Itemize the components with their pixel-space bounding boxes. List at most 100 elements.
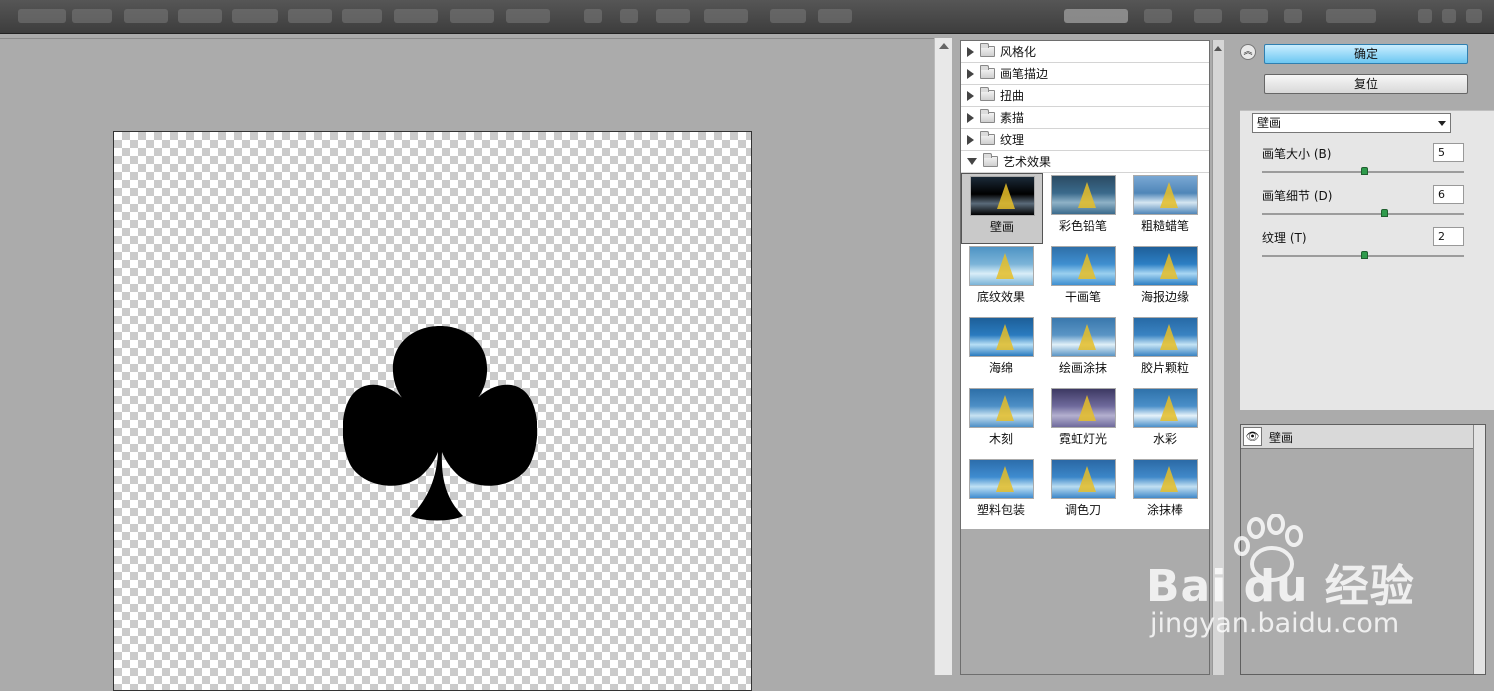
maximize-icon[interactable] bbox=[1442, 9, 1456, 23]
sailboat-icon bbox=[1160, 182, 1178, 208]
toolbar-icon-blurred[interactable] bbox=[818, 9, 852, 23]
expanded-triangle-icon[interactable] bbox=[967, 158, 977, 165]
application-menu-bar bbox=[0, 0, 1494, 34]
slider-handle[interactable] bbox=[1381, 209, 1388, 217]
scroll-up-icon[interactable] bbox=[1214, 46, 1222, 51]
transparent-canvas[interactable] bbox=[113, 131, 752, 691]
category-label: 素描 bbox=[1000, 111, 1025, 125]
category-artistic[interactable]: 艺术效果 bbox=[961, 151, 1209, 173]
filter-thumbnail[interactable]: 塑料包装 bbox=[961, 457, 1043, 528]
filter-preview-image bbox=[1133, 175, 1198, 215]
filter-preview-image bbox=[1133, 388, 1198, 428]
reset-button[interactable]: 复位 bbox=[1264, 74, 1468, 94]
collapsed-triangle-icon[interactable] bbox=[967, 90, 974, 101]
filter-thumbnail-label: 绘画涂抹 bbox=[1058, 361, 1107, 375]
scroll-up-icon[interactable] bbox=[939, 43, 949, 49]
eye-icon[interactable]: 👁 bbox=[1243, 427, 1262, 446]
toolbar-icon-blurred[interactable] bbox=[656, 9, 690, 23]
search-blurred[interactable] bbox=[1326, 9, 1376, 23]
slider-track[interactable] bbox=[1262, 213, 1464, 215]
menu-item-blurred[interactable] bbox=[18, 9, 66, 23]
collapsed-triangle-icon[interactable] bbox=[967, 112, 974, 123]
param-label: 画笔大小 (B) bbox=[1262, 147, 1332, 161]
sailboat-icon bbox=[996, 466, 1014, 492]
filter-thumbnail-label: 木刻 bbox=[988, 432, 1013, 446]
filter-thumbnail-label: 干画笔 bbox=[1064, 290, 1101, 304]
filter-thumbnail[interactable]: 底纹效果 bbox=[961, 244, 1043, 315]
filter-thumbnail[interactable]: 海绵 bbox=[961, 315, 1043, 386]
slider-handle[interactable] bbox=[1361, 251, 1368, 259]
filter-thumbnail[interactable]: 彩色铅笔 bbox=[1043, 173, 1125, 244]
preview-scrollbar[interactable] bbox=[934, 38, 952, 675]
filter-gallery-list: 风格化 画笔描边 扭曲 素描 纹理 艺术效果 壁画 彩色铅笔 粗糙蜡笔底纹效果 干画笔… bbox=[961, 41, 1209, 529]
effect-layer-row[interactable]: 👁 壁画 bbox=[1241, 425, 1473, 449]
artistic-thumbnails: 壁画 彩色铅笔 粗糙蜡笔底纹效果 干画笔 海报边缘海绵 绘画涂抹 胶片颗粒木刻 霓虹灯光 水彩塑… bbox=[961, 173, 1209, 528]
collapsed-triangle-icon[interactable] bbox=[967, 46, 974, 57]
toolbar-icon-blurred[interactable] bbox=[620, 9, 638, 23]
filter-select-value: 壁画 bbox=[1257, 116, 1282, 130]
category-texture[interactable]: 纹理 bbox=[961, 129, 1209, 151]
sailboat-icon bbox=[1078, 466, 1096, 492]
filter-thumbnail[interactable]: 水彩 bbox=[1125, 386, 1207, 457]
filter-thumbnail[interactable]: 胶片颗粒 bbox=[1125, 315, 1207, 386]
brush-detail-input[interactable]: 6 bbox=[1433, 185, 1464, 204]
workspace-item-blurred[interactable] bbox=[1194, 9, 1222, 23]
toolbar-icon-blurred[interactable] bbox=[584, 9, 602, 23]
menu-item-blurred[interactable] bbox=[450, 9, 494, 23]
slider-handle[interactable] bbox=[1361, 167, 1368, 175]
folder-icon bbox=[980, 131, 995, 145]
collapsed-triangle-icon[interactable] bbox=[967, 68, 974, 79]
collapsed-triangle-icon[interactable] bbox=[967, 134, 974, 145]
workspace-item-blurred[interactable] bbox=[1240, 9, 1268, 23]
category-label: 艺术效果 bbox=[1003, 155, 1052, 169]
filter-preview-image bbox=[969, 317, 1034, 357]
minimize-icon[interactable] bbox=[1418, 9, 1432, 23]
collapse-gallery-icon[interactable]: ︽ bbox=[1240, 44, 1256, 60]
menu-item-blurred[interactable] bbox=[288, 9, 332, 23]
menu-item-blurred[interactable] bbox=[342, 9, 382, 23]
filter-thumbnail[interactable]: 壁画 bbox=[961, 173, 1043, 244]
filter-select[interactable]: 壁画 bbox=[1252, 113, 1451, 133]
toolbar-icon-blurred[interactable] bbox=[770, 9, 806, 23]
filter-thumbnail-label: 霓虹灯光 bbox=[1058, 432, 1107, 446]
menu-item-blurred[interactable] bbox=[506, 9, 550, 23]
filter-thumbnail[interactable]: 绘画涂抹 bbox=[1043, 315, 1125, 386]
brush-size-input[interactable]: 5 bbox=[1433, 143, 1464, 162]
texture-input[interactable]: 2 bbox=[1433, 227, 1464, 246]
category-brush-strokes[interactable]: 画笔描边 bbox=[961, 63, 1209, 85]
workspace-button-blurred[interactable] bbox=[1064, 9, 1128, 23]
watermark-url: jingyan.baidu.com bbox=[1150, 608, 1400, 639]
filter-preview-image bbox=[1051, 459, 1116, 499]
close-icon[interactable] bbox=[1466, 9, 1482, 23]
sailboat-icon bbox=[1160, 324, 1178, 350]
filter-thumbnail[interactable]: 调色刀 bbox=[1043, 457, 1125, 528]
menu-item-blurred[interactable] bbox=[124, 9, 168, 23]
filter-preview-image bbox=[1051, 246, 1116, 286]
filter-preview-image bbox=[969, 246, 1034, 286]
zoom-field-blurred[interactable] bbox=[704, 9, 748, 23]
club-shape bbox=[343, 326, 537, 521]
ok-button[interactable]: 确定 bbox=[1264, 44, 1468, 64]
category-stylize[interactable]: 风格化 bbox=[961, 41, 1209, 63]
chevron-down-icon bbox=[1438, 121, 1446, 126]
filter-thumbnail[interactable]: 海报边缘 bbox=[1125, 244, 1207, 315]
filter-preview-image bbox=[1051, 388, 1116, 428]
category-distort[interactable]: 扭曲 bbox=[961, 85, 1209, 107]
sailboat-icon bbox=[1160, 466, 1178, 492]
filter-preview-image bbox=[1051, 175, 1116, 215]
param-brush-detail: 画笔细节 (D) 6 bbox=[1262, 185, 1466, 225]
menu-item-blurred[interactable] bbox=[178, 9, 222, 23]
menu-item-blurred[interactable] bbox=[394, 9, 438, 23]
menu-item-blurred[interactable] bbox=[232, 9, 278, 23]
filter-thumbnail[interactable]: 木刻 bbox=[961, 386, 1043, 457]
filter-preview-image bbox=[1133, 459, 1198, 499]
baidu-watermark: Bai du 经验 jingyan.baidu.com bbox=[1146, 514, 1494, 654]
filter-thumbnail[interactable]: 粗糙蜡笔 bbox=[1125, 173, 1207, 244]
workspace-item-blurred[interactable] bbox=[1144, 9, 1172, 23]
menu-item-blurred[interactable] bbox=[72, 9, 112, 23]
category-sketch[interactable]: 素描 bbox=[961, 107, 1209, 129]
filter-thumbnail[interactable]: 霓虹灯光 bbox=[1043, 386, 1125, 457]
filter-thumbnail[interactable]: 干画笔 bbox=[1043, 244, 1125, 315]
workspace-item-blurred[interactable] bbox=[1284, 9, 1302, 23]
open-folder-icon bbox=[983, 153, 998, 167]
